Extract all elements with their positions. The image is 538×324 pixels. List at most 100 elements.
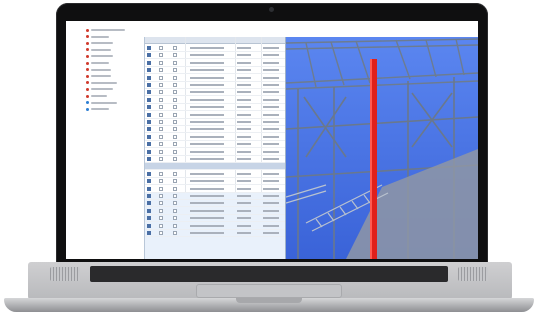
visibility-checkbox[interactable] — [159, 60, 163, 65]
table-row[interactable] — [145, 60, 285, 67]
visibility-checkbox[interactable] — [159, 127, 163, 132]
visibility-checkbox[interactable] — [159, 216, 163, 221]
lock-checkbox[interactable] — [173, 216, 177, 221]
row-quantity-cell — [237, 180, 251, 183]
table-row[interactable] — [145, 45, 285, 52]
lock-checkbox[interactable] — [173, 105, 177, 110]
visibility-checkbox[interactable] — [159, 149, 163, 154]
lock-checkbox[interactable] — [173, 112, 177, 117]
row-quantity-cell — [237, 54, 251, 57]
table-row[interactable] — [145, 97, 285, 104]
lock-checkbox[interactable] — [173, 75, 177, 80]
lock-checkbox[interactable] — [173, 53, 177, 58]
tree-item[interactable] — [86, 34, 109, 40]
3d-viewport[interactable] — [286, 37, 478, 259]
lock-checkbox[interactable] — [173, 68, 177, 73]
table-row[interactable] — [145, 200, 285, 208]
trackpad — [196, 284, 342, 298]
tree-item[interactable] — [86, 93, 107, 99]
visibility-checkbox[interactable] — [159, 83, 163, 87]
tree-item[interactable] — [86, 47, 111, 53]
visibility-checkbox[interactable] — [159, 53, 163, 58]
visibility-checkbox[interactable] — [159, 90, 163, 95]
tree-item[interactable] — [86, 40, 113, 46]
table-row[interactable] — [145, 104, 285, 112]
visibility-checkbox[interactable] — [159, 171, 163, 176]
row-value-cell — [263, 180, 279, 183]
tree-item-label — [91, 88, 113, 91]
lock-checkbox[interactable] — [173, 90, 177, 95]
tree-item[interactable] — [86, 60, 109, 66]
table-row[interactable] — [145, 171, 285, 178]
lock-checkbox[interactable] — [173, 149, 177, 154]
visibility-checkbox[interactable] — [159, 112, 163, 117]
table-row[interactable] — [145, 134, 285, 141]
table-row[interactable] — [145, 208, 285, 215]
lock-checkbox[interactable] — [173, 171, 177, 176]
lock-checkbox[interactable] — [173, 97, 177, 102]
tree-item[interactable] — [86, 53, 113, 59]
visibility-checkbox[interactable] — [159, 68, 163, 73]
visibility-checkbox[interactable] — [159, 231, 163, 235]
table-row[interactable] — [145, 141, 285, 149]
table-row[interactable] — [145, 82, 285, 89]
lock-checkbox[interactable] — [173, 46, 177, 50]
lock-checkbox[interactable] — [173, 127, 177, 132]
table-row[interactable] — [145, 223, 285, 230]
row-value-cell — [263, 158, 279, 160]
table-row[interactable] — [145, 112, 285, 119]
row-value-cell — [263, 195, 279, 197]
lock-checkbox[interactable] — [173, 231, 177, 235]
table-row[interactable] — [145, 75, 285, 82]
table-row[interactable] — [145, 193, 285, 200]
visibility-checkbox[interactable] — [159, 223, 163, 228]
tree-item[interactable] — [86, 100, 117, 106]
visibility-checkbox[interactable] — [159, 97, 163, 102]
tree-item[interactable] — [86, 27, 125, 33]
table-row[interactable] — [145, 186, 285, 193]
table-row[interactable] — [145, 52, 285, 60]
table-row[interactable] — [145, 126, 285, 134]
lock-checkbox[interactable] — [173, 186, 177, 191]
table-row[interactable] — [145, 119, 285, 126]
lock-checkbox[interactable] — [173, 157, 177, 161]
visibility-checkbox[interactable] — [159, 134, 163, 139]
lock-checkbox[interactable] — [173, 223, 177, 228]
row-value-cell — [263, 54, 279, 57]
tree-item[interactable] — [86, 80, 117, 86]
visibility-checkbox[interactable] — [159, 179, 163, 184]
table-row[interactable] — [145, 215, 285, 223]
table-row[interactable] — [145, 230, 285, 237]
lock-checkbox[interactable] — [173, 179, 177, 184]
visibility-checkbox[interactable] — [159, 120, 163, 124]
visibility-checkbox[interactable] — [159, 142, 163, 147]
visibility-checkbox[interactable] — [159, 105, 163, 110]
lock-checkbox[interactable] — [173, 142, 177, 147]
table-row[interactable] — [145, 149, 285, 156]
tree-item[interactable] — [86, 67, 111, 73]
visibility-checkbox[interactable] — [159, 194, 163, 198]
visibility-checkbox[interactable] — [159, 75, 163, 80]
table-row[interactable] — [145, 178, 285, 186]
lock-checkbox[interactable] — [173, 60, 177, 65]
table-row[interactable] — [145, 156, 285, 163]
lock-checkbox[interactable] — [173, 83, 177, 87]
column-edge-highlight — [370, 59, 372, 259]
visibility-checkbox[interactable] — [159, 186, 163, 191]
table-row[interactable] — [145, 67, 285, 75]
tree-item[interactable] — [86, 106, 109, 112]
lock-checkbox[interactable] — [173, 134, 177, 139]
tree-item[interactable] — [86, 73, 111, 79]
group-separator-row[interactable] — [145, 163, 285, 171]
tree-item[interactable] — [86, 86, 113, 92]
visibility-checkbox[interactable] — [159, 157, 163, 161]
lock-checkbox[interactable] — [173, 194, 177, 198]
table-row[interactable] — [145, 89, 285, 97]
visibility-checkbox[interactable] — [159, 201, 163, 206]
row-quantity-cell — [237, 121, 251, 123]
lock-checkbox[interactable] — [173, 120, 177, 124]
visibility-checkbox[interactable] — [159, 208, 163, 213]
visibility-checkbox[interactable] — [159, 46, 163, 50]
lock-checkbox[interactable] — [173, 208, 177, 213]
lock-checkbox[interactable] — [173, 201, 177, 206]
